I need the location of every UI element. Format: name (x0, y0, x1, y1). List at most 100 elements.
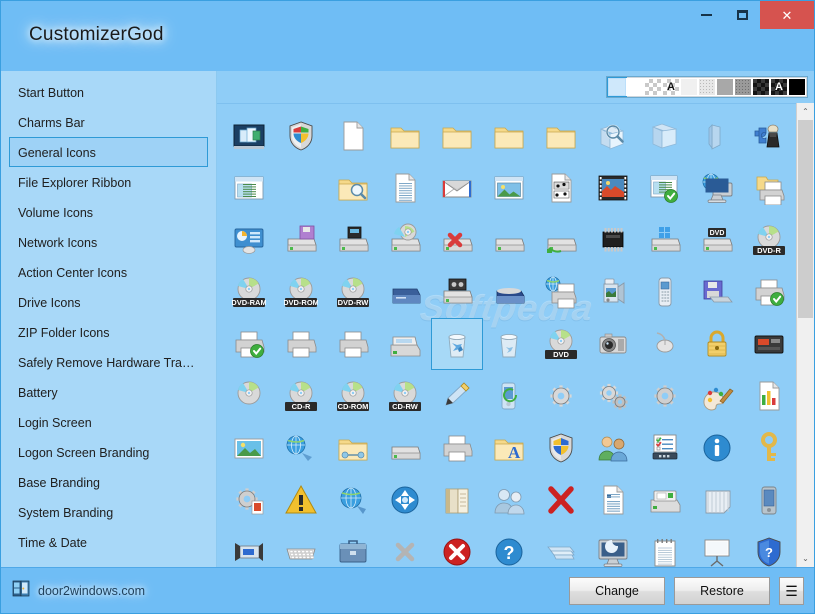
window-blank-icon[interactable] (691, 474, 743, 526)
swatch-black[interactable] (788, 78, 806, 96)
lock-icon[interactable] (691, 318, 743, 370)
sidebar-item-file-explorer-ribbon[interactable]: File Explorer Ribbon (9, 167, 208, 197)
search-results-icon[interactable] (587, 110, 639, 162)
warning-icon[interactable] (275, 474, 327, 526)
printer-folder-icon[interactable] (743, 162, 795, 214)
shared-folder-icon[interactable] (327, 422, 379, 474)
printer-icon[interactable] (327, 318, 379, 370)
image-file-icon[interactable] (483, 162, 535, 214)
hard-drive-icon[interactable] (379, 422, 431, 474)
scrollbar-track[interactable] (797, 120, 814, 550)
verified-printer-icon[interactable] (223, 318, 275, 370)
sync-center-icon[interactable] (379, 474, 431, 526)
dvd-r-disc-icon[interactable]: DVD-R (743, 214, 795, 266)
swatch-gray[interactable] (716, 78, 734, 96)
hamburger-menu-button[interactable]: ☰ (779, 576, 804, 605)
sidebar-item-time-date[interactable]: Time & Date (9, 527, 208, 557)
blank-document-icon[interactable] (327, 110, 379, 162)
change-button[interactable]: Change (569, 576, 665, 605)
maximize-button[interactable] (724, 1, 760, 29)
sidebar-item-start-button[interactable]: Start Button (9, 77, 208, 107)
security-shield-icon[interactable] (535, 422, 587, 474)
music-score-icon[interactable] (535, 162, 587, 214)
brand-link[interactable]: door2windows.com (11, 578, 145, 603)
media-device-icon[interactable] (743, 318, 795, 370)
swatch-off-white[interactable] (680, 78, 698, 96)
film-strip-icon[interactable] (587, 162, 639, 214)
sleep-monitor-icon[interactable] (587, 526, 639, 567)
optical-drive-icon[interactable] (379, 214, 431, 266)
mail-envelope-icon[interactable] (431, 162, 483, 214)
floppy-drive-icon[interactable] (275, 214, 327, 266)
dvd-rom-disc-icon[interactable]: DVD-ROM (275, 266, 327, 318)
scrollbar-thumb[interactable] (798, 120, 813, 318)
cd-r-disc-icon[interactable]: CD-R (275, 370, 327, 422)
cd-rw-disc-icon[interactable]: CD-RW (379, 370, 431, 422)
swatch-checker-light-text[interactable]: A (662, 78, 680, 96)
windows-drive-icon[interactable] (639, 214, 691, 266)
remote-desktop-icon[interactable] (223, 526, 275, 567)
folder-closed-icon[interactable] (535, 110, 587, 162)
scanner-icon[interactable] (639, 474, 691, 526)
games-puzzle-icon[interactable] (743, 110, 795, 162)
printer-icon[interactable] (275, 318, 327, 370)
recycle-bin-full-icon[interactable] (431, 318, 483, 370)
help-shield-icon[interactable]: ? (743, 526, 795, 567)
cd-disc-icon[interactable] (223, 370, 275, 422)
chart-document-icon[interactable] (743, 370, 795, 422)
vertical-scrollbar[interactable]: ⌃ ⌄ (796, 103, 814, 567)
pda-device-icon[interactable] (743, 474, 795, 526)
pen-write-icon[interactable] (431, 370, 483, 422)
text-document-icon[interactable] (379, 162, 431, 214)
information-icon[interactable] (691, 422, 743, 474)
sidebar-item-action-center-icons[interactable]: Action Center Icons (9, 257, 208, 287)
photo-icon[interactable] (223, 422, 275, 474)
desktop-icon[interactable] (223, 110, 275, 162)
mobile-phone-icon[interactable] (639, 266, 691, 318)
folder-blue-icon[interactable] (691, 110, 743, 162)
network-drive-icon[interactable] (535, 214, 587, 266)
sidebar-item-logon-screen-branding[interactable]: Logon Screen Branding (9, 437, 208, 467)
dvd-disc-icon[interactable]: DVD (535, 318, 587, 370)
sidebar-item-charms-bar[interactable]: Charms Bar (9, 107, 208, 137)
network-printer-icon[interactable] (535, 266, 587, 318)
sidebar-item-drive-icons[interactable]: Drive Icons (9, 287, 208, 317)
floppy-disk-icon[interactable] (691, 266, 743, 318)
camcorder-icon[interactable] (587, 266, 639, 318)
scanner-icon[interactable] (379, 318, 431, 370)
verified-window-icon[interactable] (639, 162, 691, 214)
printer-icon[interactable] (431, 422, 483, 474)
key-icon[interactable] (743, 422, 795, 474)
recycle-bin-empty-icon[interactable] (483, 318, 535, 370)
verified-printer-icon[interactable] (743, 266, 795, 318)
sidebar-item-zip-folder-icons[interactable]: ZIP Folder Icons (9, 317, 208, 347)
users-group-icon[interactable] (483, 474, 535, 526)
tape-drive-icon[interactable] (327, 214, 379, 266)
dvd-ram-disc-icon[interactable]: DVD-RAM (223, 266, 275, 318)
restore-button[interactable]: Restore (674, 576, 770, 605)
settings-alert-icon[interactable] (223, 474, 275, 526)
swatch-checker-dark-text[interactable]: A (770, 78, 788, 96)
presentation-icon[interactable] (691, 526, 743, 567)
stack-window-icon[interactable] (535, 526, 587, 567)
dvd-rw-disc-icon[interactable]: DVD-RW (327, 266, 379, 318)
swatch-light-blue[interactable] (607, 77, 627, 97)
settings-gear-icon[interactable] (639, 370, 691, 422)
help-icon[interactable]: ? (483, 526, 535, 567)
fonts-folder-icon[interactable]: A (483, 422, 535, 474)
hard-drive-icon[interactable] (483, 214, 535, 266)
settings-gear-icon[interactable] (535, 370, 587, 422)
close-gray-icon[interactable] (379, 526, 431, 567)
dvd-drive-icon[interactable]: DVD (691, 214, 743, 266)
scroll-up-button[interactable]: ⌃ (797, 103, 814, 120)
network-computer-icon[interactable] (691, 162, 743, 214)
external-drive-icon[interactable] (379, 266, 431, 318)
keyboard-icon[interactable] (275, 526, 327, 567)
help-book-icon[interactable] (431, 474, 483, 526)
user-accounts-icon[interactable] (587, 422, 639, 474)
tape-cassette-icon[interactable] (431, 266, 483, 318)
delete-x-icon[interactable] (535, 474, 587, 526)
close-button[interactable]: ✕ (760, 1, 814, 29)
task-scheduler-icon[interactable] (639, 422, 691, 474)
swatch-checker-dark[interactable] (752, 78, 770, 96)
